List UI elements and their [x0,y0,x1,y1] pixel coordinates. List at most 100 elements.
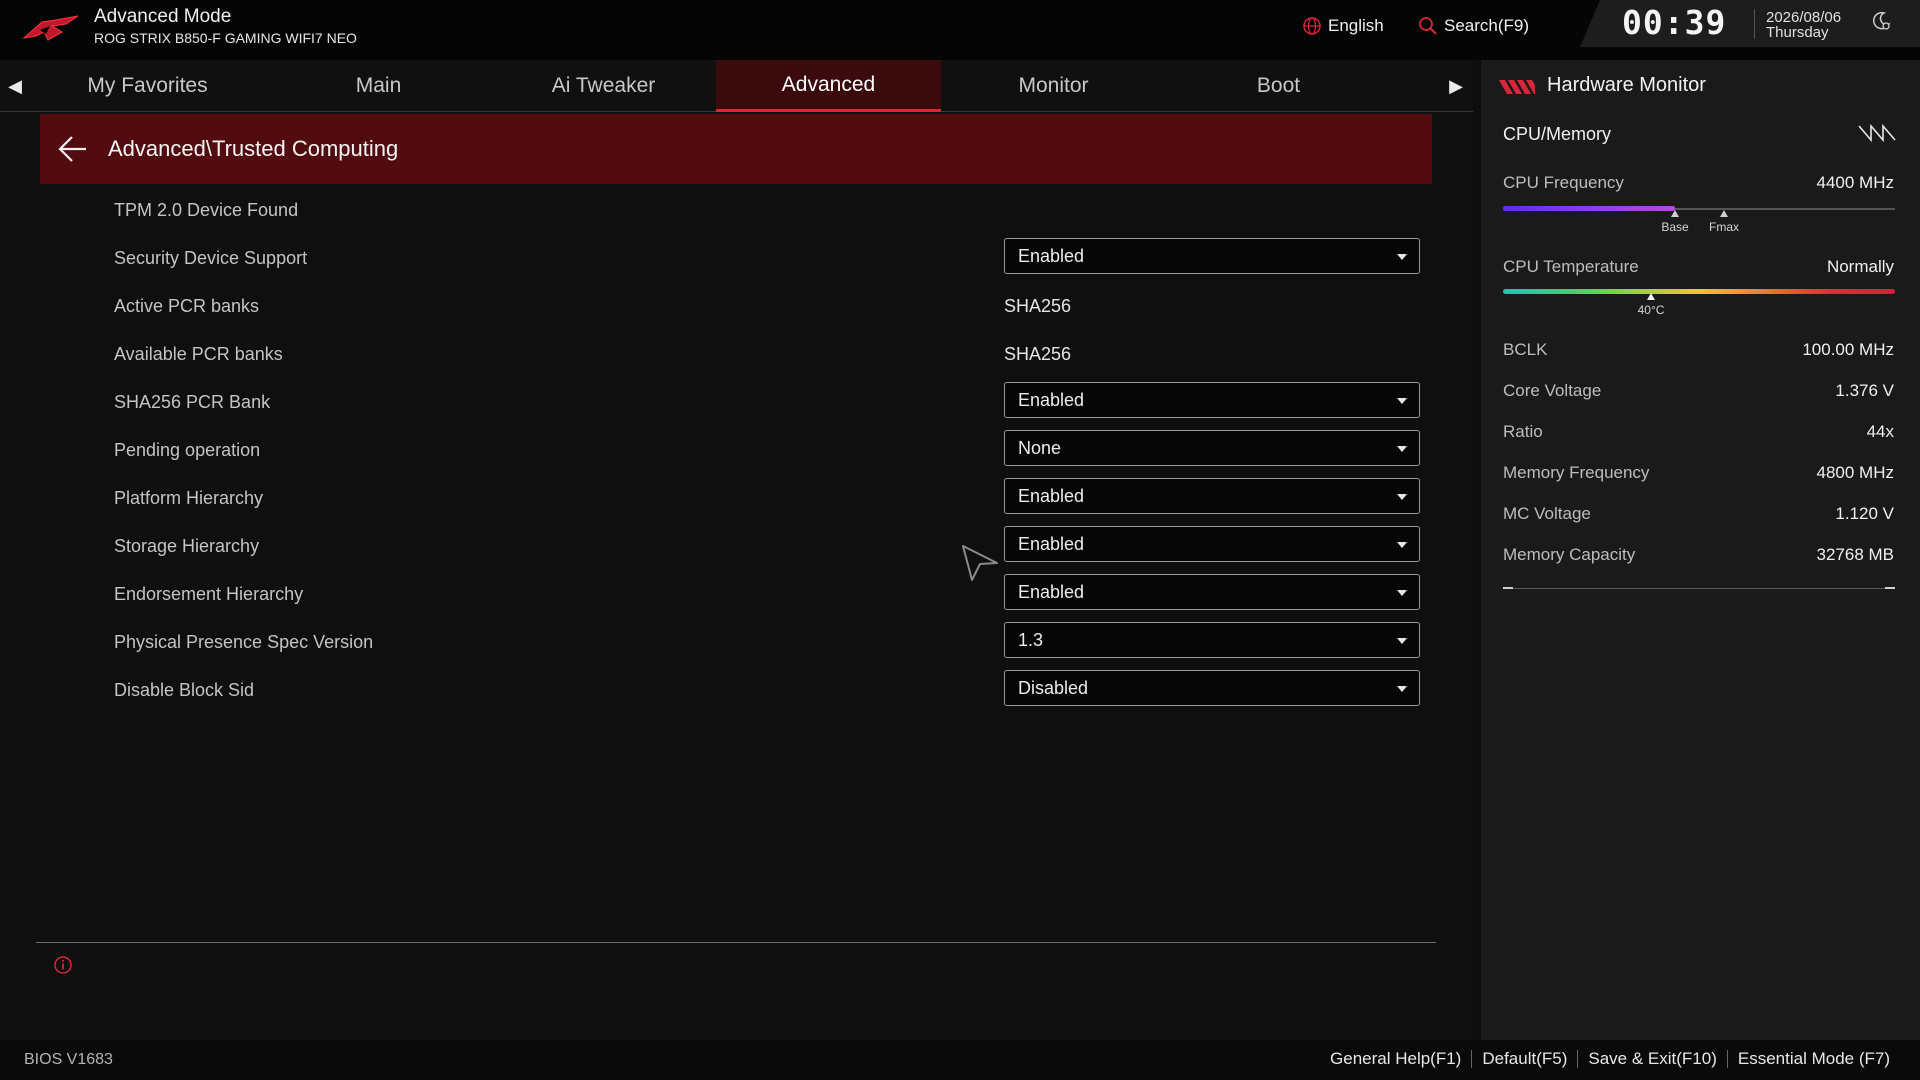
footer-separator [1726,1050,1728,1068]
date: 2026/08/06 Thursday [1766,10,1841,40]
dropdown-value: Enabled [1018,485,1085,506]
cpu-temperature-gradient-bar [1503,289,1895,294]
fmax-marker [1720,210,1728,217]
hardware-monitor-icon [1499,80,1535,94]
memory-frequency-label: Memory Frequency [1503,463,1650,482]
cpu-temperature-value: Normally [1826,257,1894,276]
board-name: ROG STRIX B850-F GAMING WIFI7 NEO [94,30,357,46]
setting-label-available-pcr-banks: Available PCR banks [114,344,283,364]
language-button[interactable]: English [1302,14,1384,38]
storage-hierarchy-dropdown[interactable]: Enabled [1004,526,1420,562]
footer-bar: BIOS V1683 General Help(F1) Default(F5) … [0,1040,1920,1080]
tab-boot[interactable]: Boot [1166,60,1391,112]
section-stripes-icon[interactable] [1857,124,1899,142]
setting-label-active-pcr-banks: Active PCR banks [114,296,260,316]
globe-icon [1303,17,1321,35]
tab-ai-tweaker[interactable]: Ai Tweaker [491,60,716,112]
info-icon [54,956,72,974]
core-voltage-label: Core Voltage [1503,381,1602,400]
search-label: Search(F9) [1444,16,1530,35]
active-pcr-banks-value: SHA256 [1004,296,1072,316]
mc-voltage-value: 1.120 V [1835,504,1894,523]
tab-scroll-left-icon[interactable]: ◀ [0,60,30,112]
base-marker [1671,210,1679,217]
tab-monitor[interactable]: Monitor [941,60,1166,112]
caret-down-icon [1397,494,1407,500]
memory-capacity-value: 32768 MB [1816,545,1895,564]
footer-separator [1577,1050,1579,1068]
setting-label-pending-operation: Pending operation [114,440,261,460]
general-help-button[interactable]: General Help(F1) [1330,1049,1461,1069]
bios-version: BIOS V1683 [24,1051,113,1068]
base-marker-label: Base [1661,220,1689,234]
date-value: 2026/08/06 [1766,9,1842,26]
mode-title: Advanced Mode [94,6,232,27]
essential-mode-button[interactable]: Essential Mode (F7) [1738,1049,1890,1069]
default-button[interactable]: Default(F5) [1482,1049,1567,1069]
physical-presence-spec-version-dropdown[interactable]: 1.3 [1004,622,1420,658]
clock: 00:39 [1622,3,1727,42]
setting-label-physical-presence-spec-version: Physical Presence Spec Version [114,632,374,652]
tab-advanced[interactable]: Advanced [716,60,941,112]
mouse-cursor-icon [962,545,998,581]
disable-block-sid-dropdown[interactable]: Disabled [1004,670,1420,706]
date-separator [1754,9,1755,39]
security-device-support-dropdown[interactable]: Enabled [1004,238,1420,274]
dropdown-value: Disabled [1018,677,1089,698]
memory-frequency-value: 4800 MHz [1816,463,1894,482]
tab-main[interactable]: Main [266,60,491,112]
cpu-frequency-fill [1503,206,1675,211]
search-icon [1419,17,1437,35]
fmax-marker-label: Fmax [1709,220,1739,234]
tab-scroll-right-icon[interactable]: ▶ [1441,60,1471,112]
caret-down-icon [1397,686,1407,692]
temperature-marker-label: 40°C [1637,303,1665,317]
tab-my-favorites[interactable]: My Favorites [35,60,260,112]
memory-capacity-label: Memory Capacity [1503,545,1636,564]
caret-down-icon [1397,398,1407,404]
rog-logo-icon [22,15,79,41]
footer-shortcuts: General Help(F1) Default(F5) Save & Exit… [1330,1049,1890,1069]
platform-hierarchy-dropdown[interactable]: Enabled [1004,478,1420,514]
settings-panel: Advanced\Trusted Computing TPM 2.0 Devic… [0,113,1473,1040]
breadcrumb-path: Advanced\Trusted Computing [108,136,399,161]
caret-down-icon [1397,254,1407,260]
available-pcr-banks-value: SHA256 [1004,344,1072,364]
footer-separator [1471,1050,1473,1068]
caret-down-icon [1397,446,1407,452]
setting-label-sha256-pcr-bank: SHA256 PCR Bank [114,392,271,412]
language-label: English [1328,16,1384,35]
ratio-value: 44x [1866,422,1894,441]
day-value: Thursday [1766,24,1829,41]
hardware-monitor-divider [1503,587,1895,589]
setting-label-security-device-support: Security Device Support [114,248,308,268]
cpu-memory-section-title: CPU/Memory [1503,124,1612,144]
dropdown-value: 1.3 [1018,629,1044,650]
search-button[interactable]: Search(F9) [1418,14,1529,38]
sha256-pcr-bank-dropdown[interactable]: Enabled [1004,382,1420,418]
setting-label-endorsement-hierarchy: Endorsement Hierarchy [114,584,304,604]
dropdown-value: Enabled [1018,581,1085,602]
back-arrow-icon[interactable] [56,132,90,166]
dropdown-value: Enabled [1018,533,1085,554]
save-exit-button[interactable]: Save & Exit(F10) [1588,1049,1717,1069]
dropdown-value: Enabled [1018,245,1085,266]
clock-settings-icon[interactable] [1870,10,1892,32]
dropdown-value: Enabled [1018,389,1085,410]
pending-operation-dropdown[interactable]: None [1004,430,1420,466]
hardware-monitor-title: Hardware Monitor [1547,74,1706,96]
cpu-temperature-label: CPU Temperature [1503,257,1639,276]
setting-label-tpm-device: TPM 2.0 Device Found [114,200,299,220]
endorsement-hierarchy-dropdown[interactable]: Enabled [1004,574,1420,610]
dropdown-value: None [1018,437,1062,458]
menu-tabs: ◀ My Favorites Main Ai Tweaker Advanced … [0,60,1473,112]
mc-voltage-label: MC Voltage [1503,504,1591,523]
setting-label-disable-block-sid: Disable Block Sid [114,680,255,700]
caret-down-icon [1397,542,1407,548]
top-bar: Advanced Mode ROG STRIX B850-F GAMING WI… [0,0,1920,60]
hardware-monitor-panel: Hardware Monitor CPU/Memory CPU Frequenc… [1481,60,1920,1040]
bclk-value: 100.00 MHz [1802,340,1894,359]
cpu-frequency-label: CPU Frequency [1503,173,1624,192]
temperature-marker [1647,293,1655,300]
caret-down-icon [1397,590,1407,596]
